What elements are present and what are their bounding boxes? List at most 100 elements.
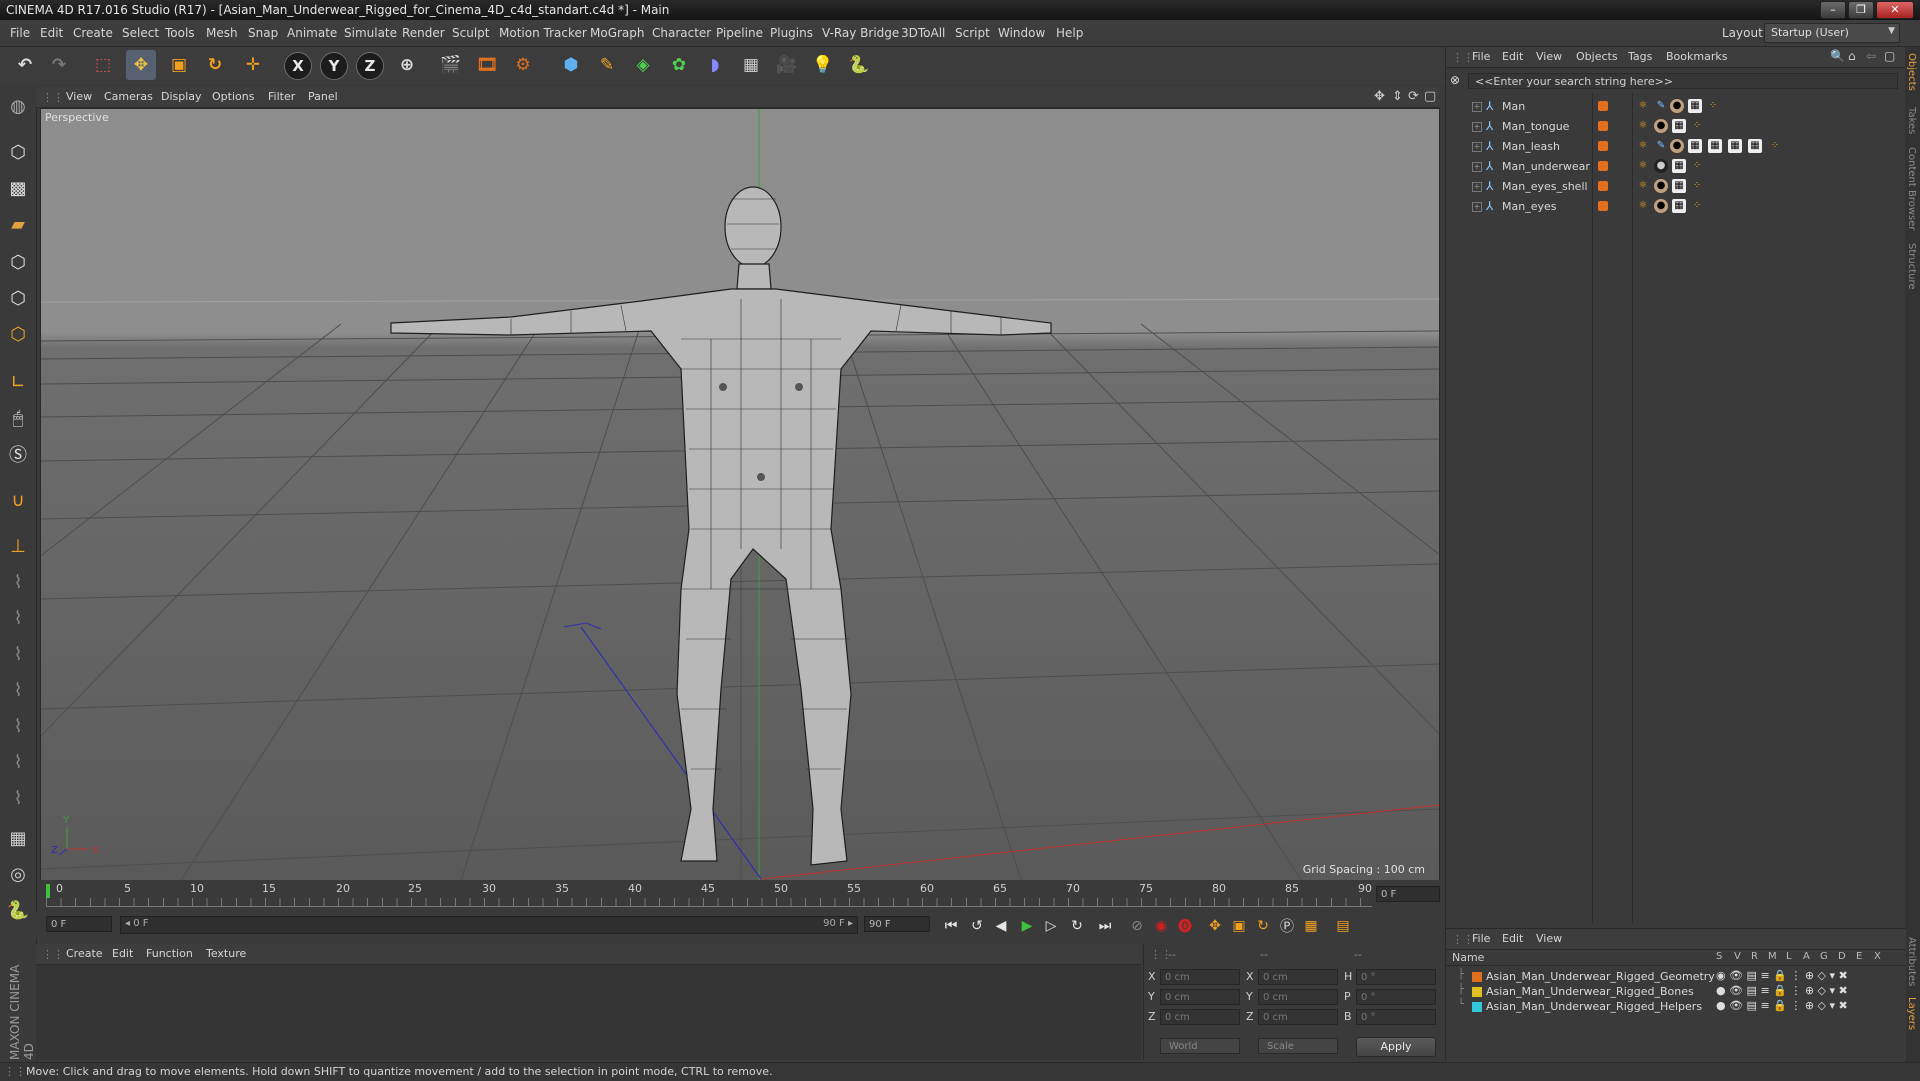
selection-tag-icon[interactable]: ⁘ — [1690, 179, 1704, 193]
material-tag-icon[interactable]: ● — [1654, 119, 1668, 133]
back-icon[interactable]: ⇦ — [1866, 49, 1876, 63]
expand-icon[interactable]: + — [1472, 182, 1482, 192]
y-axis-lock-button[interactable]: Y — [320, 52, 348, 80]
skin-tag-icon[interactable]: ✎ — [1654, 99, 1668, 113]
key-scale-icon[interactable]: ▣ — [1228, 915, 1250, 937]
viewport-menu-options[interactable]: Options — [212, 90, 254, 103]
layer-name[interactable]: Asian_Man_Underwear_Rigged_Bones — [1486, 985, 1694, 998]
sculpt-brush-5-icon[interactable]: ⌇ — [3, 711, 33, 741]
menu-create[interactable]: Create — [73, 26, 113, 40]
layer-toggle-icons[interactable]: ◉ 👁 ▤ ≡ 🔒 ⋮ ⊕ ◇ ▾ ✖ — [1716, 969, 1848, 982]
texture-tag-icon[interactable]: ▦ — [1688, 99, 1702, 113]
minimize-button[interactable]: – — [1820, 1, 1846, 19]
menu-mesh[interactable]: Mesh — [206, 26, 238, 40]
deformer-icon[interactable]: ◗ — [700, 50, 730, 80]
subdivision-surface-icon[interactable]: ◈ — [628, 50, 658, 80]
sculpt-brush-2-icon[interactable]: ⌇ — [3, 603, 33, 633]
tab-objects[interactable]: Objects — [1906, 53, 1917, 91]
axis-workplane-icon[interactable]: ⊥ — [3, 531, 33, 561]
expand-icon[interactable]: + — [1472, 102, 1482, 112]
weight-tag-icon[interactable]: ⚛ — [1636, 119, 1650, 133]
move-tool-icon[interactable]: ✥ — [126, 50, 156, 80]
skin-tag-icon[interactable]: ✎ — [1654, 139, 1668, 153]
python-icon[interactable]: 🐍 — [844, 50, 874, 80]
menu-edit[interactable]: Edit — [40, 26, 63, 40]
viewport-rotate-icon[interactable]: ⟳ — [1408, 89, 1419, 104]
object-row-man-tongue[interactable]: + ⅄ Man_tongue ⚛ ● ▦ ⁘ — [1446, 117, 1906, 137]
layers-menu-edit[interactable]: Edit — [1502, 932, 1523, 945]
material-manager-area[interactable] — [36, 965, 1141, 1060]
polygons-mode-icon[interactable]: ⬡ — [3, 319, 33, 349]
menu-window[interactable]: Window — [998, 26, 1045, 40]
expand-icon[interactable]: + — [1472, 202, 1482, 212]
object-name[interactable]: Man_eyes — [1502, 200, 1556, 213]
tab-structure[interactable]: Structure — [1906, 243, 1917, 290]
weight-tag-icon[interactable]: ⚛ — [1636, 179, 1650, 193]
material-menu-create[interactable]: Create — [66, 947, 103, 960]
material-tag-icon[interactable]: ● — [1654, 159, 1668, 173]
points-mode-icon[interactable]: ⬡ — [3, 247, 33, 277]
camera-icon[interactable]: 🎥 — [772, 50, 802, 80]
timeline-window-icon[interactable]: ▤ — [1332, 915, 1354, 937]
size-y-field[interactable]: 0 cm — [1258, 989, 1338, 1005]
tab-attributes[interactable]: Attributes — [1906, 937, 1917, 986]
menu-sculpt[interactable]: Sculpt — [452, 26, 489, 40]
layer-color-swatch[interactable] — [1598, 201, 1608, 211]
object-name[interactable]: Man_leash — [1502, 140, 1560, 153]
objects-menu-file[interactable]: File — [1472, 50, 1490, 63]
live-selection-icon[interactable]: ⬚ — [88, 50, 118, 80]
texture-tag-icon[interactable]: ▦ — [1672, 159, 1686, 173]
layer-color-swatch[interactable] — [1598, 181, 1608, 191]
menu-vray-bridge[interactable]: V-Ray Bridge — [822, 26, 899, 40]
object-row-man-underwear[interactable]: + ⅄ Man_underwear ⚛ ● ▦ ⁘ — [1446, 157, 1906, 177]
menu-select[interactable]: Select — [122, 26, 159, 40]
current-frame-field[interactable]: 0 F — [1376, 886, 1440, 902]
layer-toggle-icons[interactable]: ● 👁 ▤ ≡ 🔒 ⋮ ⊕ ◇ ▾ ✖ — [1716, 999, 1848, 1012]
viewport-toggle-icon[interactable]: ▢ — [1424, 89, 1436, 104]
tab-takes[interactable]: Takes — [1906, 107, 1917, 134]
menu-motion-tracker[interactable]: Motion Tracker — [499, 26, 587, 40]
texture-tag-icon[interactable]: ▦ — [1708, 139, 1722, 153]
menu-render[interactable]: Render — [402, 26, 445, 40]
objects-menu-tags[interactable]: Tags — [1628, 50, 1652, 63]
key-parameter-icon[interactable]: Ⓟ — [1276, 915, 1298, 937]
object-search-input[interactable]: <<Enter your search string here>> — [1468, 73, 1898, 89]
menu-character[interactable]: Character — [652, 26, 711, 40]
render-view-icon[interactable]: 🎬 — [436, 50, 466, 80]
menu-mograph[interactable]: MoGraph — [590, 26, 645, 40]
weight-tag-icon[interactable]: ⚛ — [1636, 99, 1650, 113]
light-icon[interactable]: 💡 — [808, 50, 838, 80]
key-pla-icon[interactable]: ▦ — [1300, 915, 1322, 937]
viewport-zoom-icon[interactable]: ⇕ — [1392, 89, 1403, 104]
material-tag-icon[interactable]: ● — [1654, 179, 1668, 193]
x-axis-lock-button[interactable]: X — [284, 52, 312, 80]
go-to-end-icon[interactable]: ⏭ — [1094, 915, 1116, 937]
apply-button[interactable]: Apply — [1356, 1037, 1436, 1057]
previous-frame-icon[interactable]: ◀ — [990, 915, 1012, 937]
menu-tools[interactable]: Tools — [165, 26, 195, 40]
material-tag-icon[interactable]: ● — [1670, 99, 1684, 113]
menu-simulate[interactable]: Simulate — [344, 26, 397, 40]
col-generators[interactable]: G — [1820, 951, 1828, 962]
layers-menu-view[interactable]: View — [1536, 932, 1562, 945]
pos-z-field[interactable]: 0 cm — [1160, 1009, 1240, 1025]
size-x-field[interactable]: 0 cm — [1258, 969, 1338, 985]
viewport-menu-display[interactable]: Display — [161, 90, 202, 103]
object-row-man-eyes[interactable]: + ⅄ Man_eyes ⚛ ● ▦ ⁘ — [1446, 197, 1906, 217]
next-frame-icon[interactable]: ▷ — [1040, 915, 1062, 937]
world-coordinates-icon[interactable]: ⊕ — [392, 50, 422, 80]
layer-row-geometry[interactable]: ├ Asian_Man_Underwear_Rigged_Geometry ◉ … — [1446, 969, 1906, 984]
menu-pipeline[interactable]: Pipeline — [716, 26, 763, 40]
render-settings-icon[interactable]: ⚙ — [508, 50, 538, 80]
record-off-icon[interactable]: ⊘ — [1126, 915, 1148, 937]
menu-animate[interactable]: Animate — [287, 26, 337, 40]
previous-keyframe-icon[interactable]: ↺ — [966, 915, 988, 937]
scale-mode-dropdown[interactable]: Scale — [1258, 1038, 1338, 1054]
menu-snap[interactable]: Snap — [248, 26, 278, 40]
weight-tag-icon[interactable]: ⚛ — [1636, 139, 1650, 153]
col-view[interactable]: V — [1734, 951, 1741, 962]
workplane-icon[interactable]: ▰ — [3, 209, 33, 239]
new-view-icon[interactable]: ▢ — [1884, 49, 1895, 63]
object-row-man[interactable]: + ⅄ Man ⚛ ✎ ● ▦ ⁘ — [1446, 97, 1906, 117]
floor-icon[interactable]: ▦ — [736, 50, 766, 80]
